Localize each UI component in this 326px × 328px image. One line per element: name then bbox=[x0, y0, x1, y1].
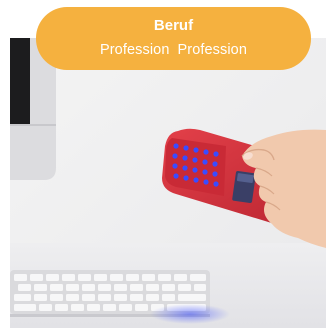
light-reflection bbox=[150, 304, 230, 324]
product-photo bbox=[10, 38, 326, 328]
category-badge[interactable]: Beruf Profession Profession bbox=[36, 7, 311, 70]
badge-title: Beruf bbox=[153, 17, 194, 34]
badge-subtitle-en-1: Profession bbox=[99, 42, 170, 58]
monitor-screen bbox=[10, 38, 30, 124]
category-card[interactable]: Beruf Profession Profession bbox=[0, 0, 326, 328]
badge-subtitle: Profession Profession bbox=[36, 41, 311, 59]
badge-subtitle-en-2: Profession bbox=[177, 42, 248, 58]
